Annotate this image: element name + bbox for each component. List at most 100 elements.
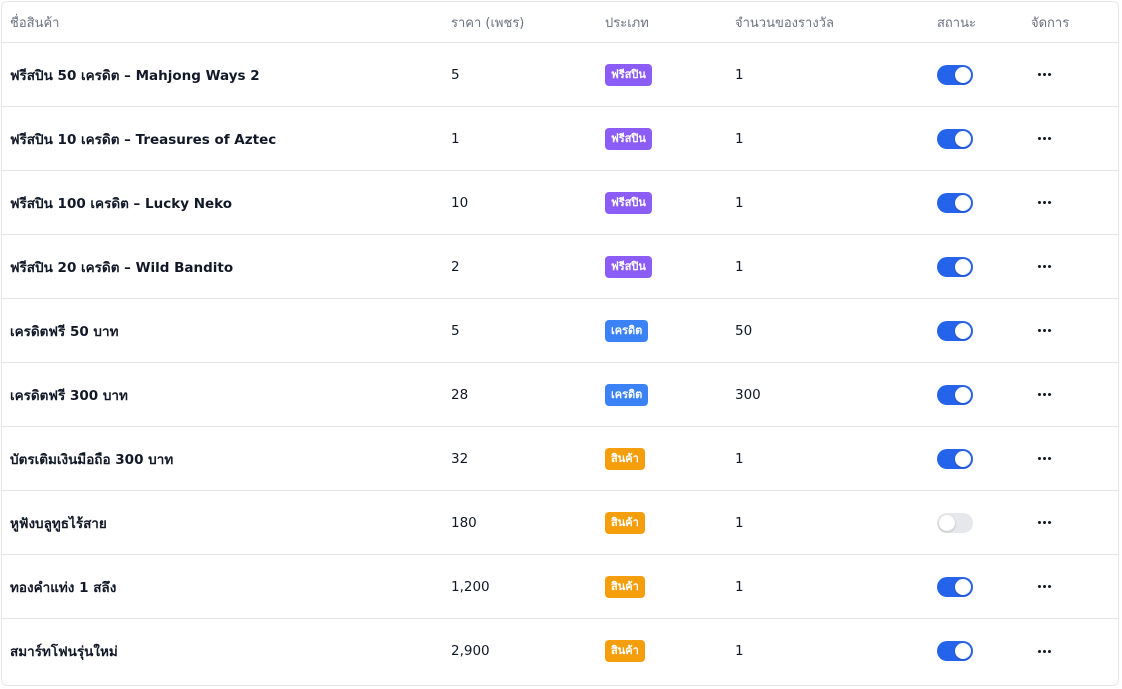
product-name: ฟรีสปิน 10 เครดิต – Treasures of Aztec: [10, 131, 277, 148]
header-reward[interactable]: จำนวนของรางวัล: [735, 2, 834, 42]
product-price: 5: [451, 322, 460, 339]
toggle-knob: [955, 258, 971, 275]
toggle-knob: [955, 386, 971, 403]
header-action: จัดการ: [1031, 15, 1070, 31]
action-cell: [1031, 363, 1057, 426]
product-price: 28: [451, 386, 469, 403]
header-status[interactable]: สถานะ: [937, 2, 976, 42]
table-row[interactable]: ฟรีสปิน 100 เครดิต – Lucky Neko 10 ฟรีสปิน…: [2, 171, 1118, 235]
table-row[interactable]: เครดิตฟรี 300 บาท 28 เครดิต 300: [2, 363, 1118, 427]
more-horizontal-icon: [1037, 649, 1051, 653]
product-price: 1,200: [451, 578, 490, 595]
status-toggle[interactable]: [937, 576, 973, 597]
product-price: 180: [451, 514, 477, 531]
reward-amount: 1: [735, 130, 744, 147]
table-header: ชื่อสินค้า ราคา (เพชร) ประเภท จำนวนของรา…: [2, 2, 1118, 43]
more-actions-button[interactable]: [1031, 193, 1057, 213]
table-body: ฟรีสปิน 50 เครดิต – Mahjong Ways 2 5 ฟรีสป…: [2, 43, 1118, 683]
product-name: เครดิตฟรี 50 บาท: [10, 323, 119, 340]
type-badge: สินค้า: [605, 511, 645, 534]
product-price: 1: [451, 130, 460, 147]
product-type: เครดิต: [605, 299, 649, 362]
status-cell: [937, 107, 973, 170]
product-price: 5: [451, 66, 460, 83]
status-cell: [937, 619, 973, 683]
more-actions-button[interactable]: [1031, 385, 1057, 405]
type-badge: เครดิต: [605, 319, 649, 342]
toggle-knob: [955, 322, 971, 339]
toggle-knob: [955, 578, 971, 595]
header-price[interactable]: ราคา (เพชร): [451, 2, 524, 42]
table-row[interactable]: ทองคำแท่ง 1 สลึง 1,200 สินค้า 1: [2, 555, 1118, 619]
product-type: เครดิต: [605, 363, 649, 426]
status-cell: [937, 235, 973, 298]
product-type: สินค้า: [605, 619, 645, 683]
more-actions-button[interactable]: [1031, 641, 1057, 661]
product-price: 32: [451, 450, 469, 467]
action-cell: [1031, 491, 1057, 554]
product-name: บัตรเติมเงินมือถือ 300 บาท: [10, 451, 174, 468]
table-row[interactable]: ฟรีสปิน 50 เครดิต – Mahjong Ways 2 5 ฟรีสป…: [2, 43, 1118, 107]
action-cell: [1031, 235, 1057, 298]
status-toggle[interactable]: [937, 128, 973, 149]
table-row[interactable]: ฟรีสปิน 10 เครดิต – Treasures of Aztec 1 ฟ…: [2, 107, 1118, 171]
status-cell: [937, 363, 973, 426]
action-cell: [1031, 427, 1057, 490]
reward-amount: 1: [735, 194, 744, 211]
product-type: ฟรีสปิน: [605, 171, 652, 234]
status-toggle[interactable]: [937, 320, 973, 341]
more-actions-button[interactable]: [1031, 577, 1057, 597]
more-actions-button[interactable]: [1031, 129, 1057, 149]
type-badge: สินค้า: [605, 640, 645, 662]
type-badge: ฟรีสปิน: [605, 63, 652, 86]
toggle-knob: [955, 194, 971, 211]
reward-amount: 1: [735, 643, 744, 659]
table-row[interactable]: เครดิตฟรี 50 บาท 5 เครดิต 50: [2, 299, 1118, 363]
product-type: สินค้า: [605, 555, 645, 618]
more-actions-button[interactable]: [1031, 257, 1057, 277]
product-price: 2,900: [451, 643, 490, 659]
action-cell: [1031, 555, 1057, 618]
action-cell: [1031, 107, 1057, 170]
action-cell: [1031, 619, 1057, 683]
more-actions-button[interactable]: [1031, 65, 1057, 85]
toggle-knob: [955, 643, 971, 659]
action-cell: [1031, 43, 1057, 106]
product-type: ฟรีสปิน: [605, 235, 652, 298]
toggle-knob: [939, 514, 955, 531]
table-row[interactable]: หูฟังบลูทูธไร้สาย 180 สินค้า 1: [2, 491, 1118, 555]
more-horizontal-icon: [1037, 521, 1051, 524]
more-actions-button[interactable]: [1031, 321, 1057, 341]
more-actions-button[interactable]: [1031, 449, 1057, 469]
more-horizontal-icon: [1037, 265, 1051, 268]
header-name[interactable]: ชื่อสินค้า: [10, 2, 59, 42]
type-badge: ฟรีสปิน: [605, 255, 652, 278]
product-type: ฟรีสปิน: [605, 107, 652, 170]
reward-amount: 50: [735, 322, 753, 339]
reward-amount: 1: [735, 578, 744, 595]
more-actions-button[interactable]: [1031, 513, 1057, 533]
status-toggle[interactable]: [937, 448, 973, 469]
more-horizontal-icon: [1037, 393, 1051, 396]
product-name: ฟรีสปิน 20 เครดิต – Wild Bandito: [10, 259, 234, 276]
status-toggle[interactable]: [937, 512, 973, 533]
status-toggle[interactable]: [937, 192, 973, 213]
products-table: ชื่อสินค้า ราคา (เพชร) ประเภท จำนวนของรา…: [1, 1, 1119, 686]
reward-amount: 1: [735, 450, 744, 467]
reward-amount: 1: [735, 258, 744, 275]
status-cell: [937, 427, 973, 490]
status-cell: [937, 555, 973, 618]
status-toggle[interactable]: [937, 64, 973, 85]
header-type[interactable]: ประเภท: [605, 2, 649, 42]
table-row[interactable]: สมาร์ทโฟนรุ่นใหม่ 2,900 สินค้า 1: [2, 619, 1118, 683]
more-horizontal-icon: [1037, 329, 1051, 332]
table-row[interactable]: บัตรเติมเงินมือถือ 300 บาท 32 สินค้า 1: [2, 427, 1118, 491]
status-toggle[interactable]: [937, 384, 973, 405]
table-row[interactable]: ฟรีสปิน 20 เครดิต – Wild Bandito 2 ฟรีสปิน…: [2, 235, 1118, 299]
toggle-knob: [955, 130, 971, 147]
more-horizontal-icon: [1037, 73, 1051, 76]
more-horizontal-icon: [1037, 585, 1051, 588]
status-toggle[interactable]: [937, 256, 973, 277]
status-toggle[interactable]: [937, 641, 973, 661]
status-cell: [937, 299, 973, 362]
